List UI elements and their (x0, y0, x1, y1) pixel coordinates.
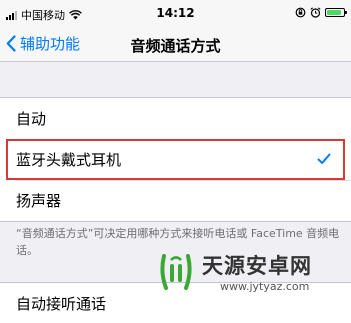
alarm-icon (310, 7, 321, 18)
android-logo-icon (160, 254, 192, 290)
audio-routing-options: 自动 蓝牙头戴式耳机 扬声器 (0, 97, 351, 222)
watermark-title: 天源安卓网 (202, 254, 312, 278)
page-title: 音频通话方式 (130, 37, 221, 55)
battery-icon (325, 8, 347, 17)
item-label: 自动接听通话 (16, 294, 107, 313)
option-speaker[interactable]: 扬声器 (0, 180, 351, 221)
status-bar: 中国移动 14:12 (0, 0, 351, 28)
navigation-bar: 辅助功能 音频通话方式 (0, 28, 351, 62)
watermark-url: www.jytyaz.com (220, 280, 310, 293)
option-label: 扬声器 (16, 192, 62, 210)
option-automatic[interactable]: 自动 (0, 98, 351, 139)
option-label: 自动 (16, 110, 47, 128)
battery-fill (327, 10, 341, 15)
checkmark-icon (317, 153, 331, 164)
status-right (295, 7, 347, 18)
option-bluetooth-headset[interactable]: 蓝牙头戴式耳机 (6, 139, 345, 180)
option-label: 蓝牙头戴式耳机 (16, 151, 122, 169)
site-watermark: 天源安卓网 www.jytyaz.com (154, 250, 344, 296)
lock-rotation-icon (295, 7, 306, 18)
